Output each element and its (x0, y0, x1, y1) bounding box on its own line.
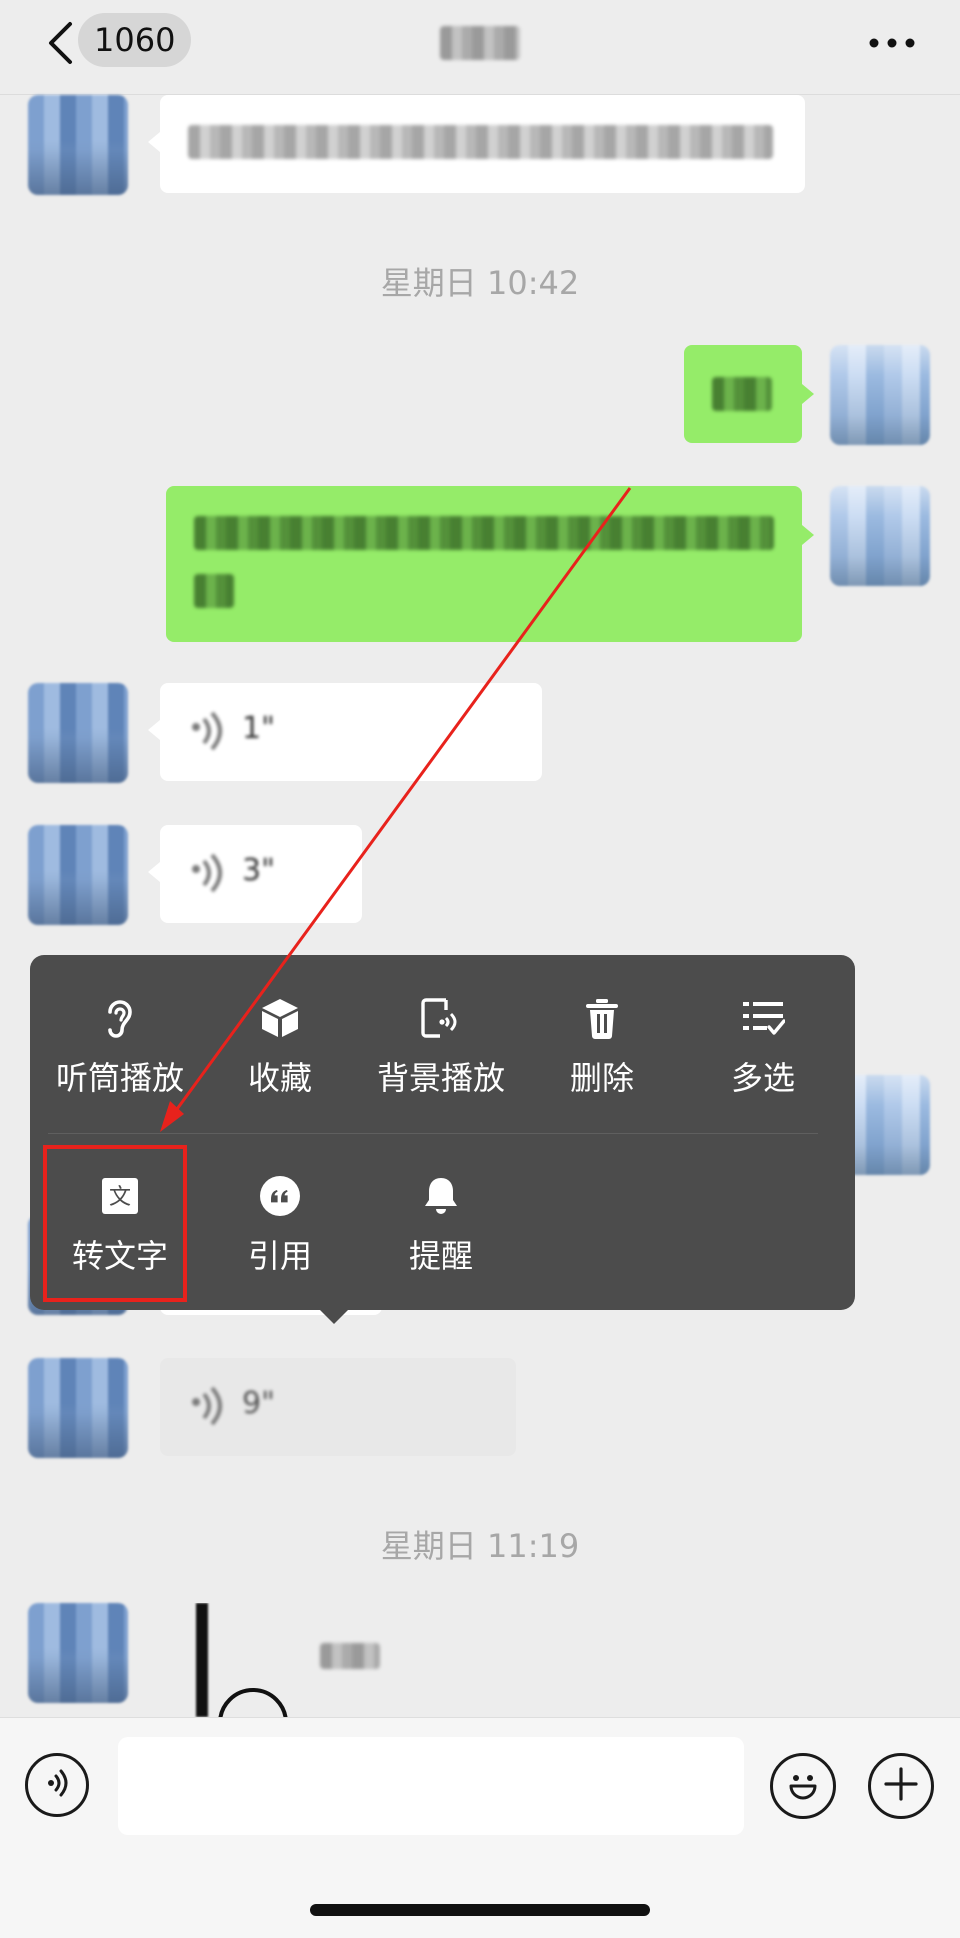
menu-item-delete[interactable]: 删除 (522, 995, 682, 1115)
bubble-tail (802, 384, 814, 404)
menu-item-earpiece-play[interactable]: 听筒播放 (40, 995, 200, 1115)
my-message-bubble[interactable] (684, 345, 802, 443)
my-avatar[interactable] (830, 486, 930, 586)
menu-divider (48, 1133, 818, 1134)
menu-item-label: 背景播放 (376, 1059, 505, 1097)
multi-select-icon (740, 995, 786, 1041)
ear-icon (97, 995, 143, 1041)
menu-pointer (318, 1308, 350, 1324)
menu-item-quote[interactable]: 引用 (200, 1173, 360, 1293)
contact-avatar[interactable] (28, 95, 128, 195)
smiley-icon (781, 1762, 825, 1810)
home-indicator[interactable] (310, 1904, 650, 1916)
bubble-tail (148, 720, 160, 740)
bubble-tail (148, 862, 160, 882)
timestamp: 星期日 11:19 (380, 1527, 580, 1565)
unread-count-badge[interactable]: 1060 (78, 13, 192, 67)
menu-item-label: 删除 (569, 1059, 634, 1097)
menu-item-label: 提醒 (408, 1237, 473, 1275)
contact-avatar[interactable] (28, 683, 128, 783)
voice-message-bubble[interactable]: 3" (160, 825, 362, 923)
voice-wave-icon (188, 711, 224, 755)
more-functions-button[interactable] (868, 1753, 934, 1819)
voice-duration: 9" (242, 1386, 275, 1421)
voice-message-bubble[interactable]: 1" (160, 683, 542, 781)
chat-title-blurred (430, 18, 530, 68)
menu-item-background-play[interactable]: 背景播放 (361, 995, 521, 1115)
voice-input-button[interactable] (25, 1753, 89, 1817)
voice-wave-icon (188, 1386, 224, 1430)
menu-item-multi-select[interactable]: 多选 (683, 995, 843, 1115)
contact-avatar[interactable] (28, 1603, 128, 1703)
message-bubble-text[interactable] (160, 95, 805, 193)
voice-duration: 3" (242, 853, 275, 888)
menu-item-favorite[interactable]: 收藏 (200, 995, 360, 1115)
menu-item-label: 多选 (730, 1059, 795, 1097)
voice-duration: 1" (242, 711, 275, 746)
trash-icon (579, 995, 625, 1041)
emoji-button[interactable] (770, 1753, 836, 1819)
image-message[interactable] (190, 1603, 390, 1717)
bell-icon (418, 1173, 464, 1219)
menu-item-label: 引用 (247, 1237, 312, 1275)
phone-speaker-icon (418, 995, 464, 1041)
quote-icon (257, 1173, 303, 1219)
voice-message-bubble[interactable]: 9" (160, 1358, 516, 1456)
more-options-button[interactable] (862, 22, 922, 62)
chevron-left-icon (46, 21, 74, 69)
more-dots-icon (869, 33, 915, 52)
menu-item-remind[interactable]: 提醒 (361, 1173, 521, 1293)
cube-icon (257, 995, 303, 1041)
contact-avatar[interactable] (28, 1358, 128, 1458)
bubble-tail (148, 132, 160, 152)
message-text-input[interactable] (118, 1737, 744, 1835)
menu-item-label: 听筒播放 (55, 1059, 184, 1097)
voice-wave-icon (188, 853, 224, 897)
annotation-highlight-box (43, 1145, 187, 1302)
voice-icon (40, 1766, 74, 1804)
plus-icon (883, 1766, 919, 1806)
timestamp: 星期日 10:42 (380, 264, 580, 302)
menu-item-label: 收藏 (247, 1059, 312, 1097)
my-avatar[interactable] (830, 345, 930, 445)
bubble-tail (802, 525, 814, 545)
my-message-bubble[interactable] (166, 486, 802, 642)
contact-avatar[interactable] (28, 825, 128, 925)
